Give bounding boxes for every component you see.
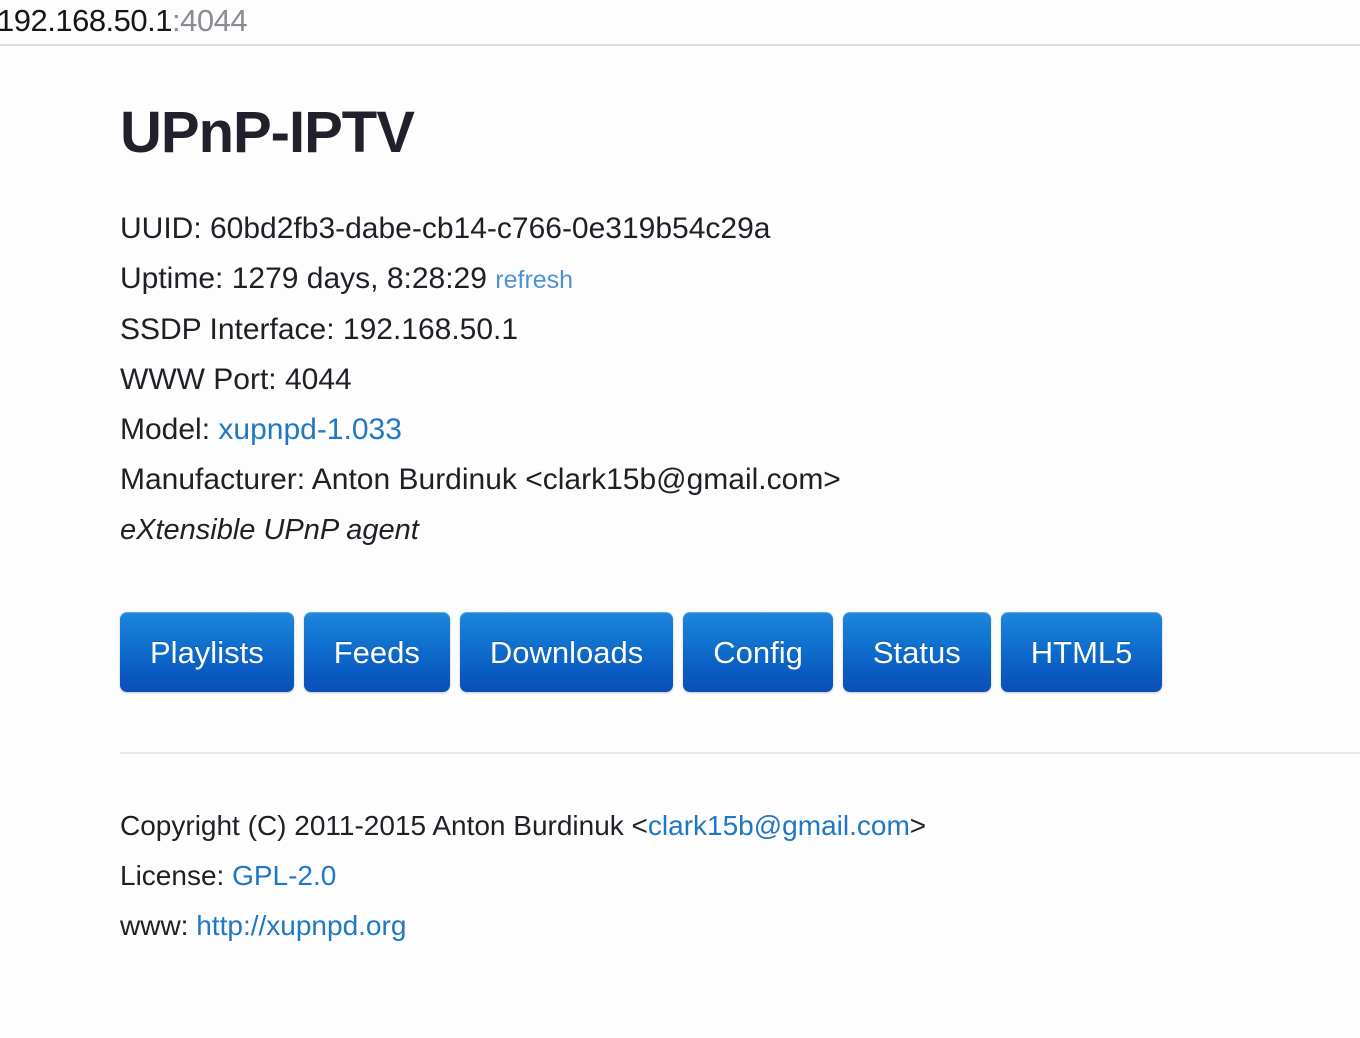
info-row-www-port: WWW Port: 4044 bbox=[120, 355, 1320, 405]
refresh-link[interactable]: refresh bbox=[495, 266, 573, 294]
nav-button-downloads[interactable]: Downloads bbox=[459, 612, 674, 692]
uuid-value: 60bd2fb3-dabe-cb14-c766-0e319b54c29a bbox=[210, 212, 771, 245]
nav-button-row: Playlists Feeds Downloads Config Status … bbox=[120, 612, 1320, 692]
homepage-link[interactable]: http://xupnpd.org bbox=[196, 910, 406, 941]
copyright-email-link[interactable]: clark15b@gmail.com bbox=[648, 810, 910, 841]
info-row-ssdp-interface: SSDP Interface: 192.168.50.1 bbox=[120, 305, 1320, 355]
content-container: UPnP-IPTV UUID: 60bd2fb3-dabe-cb14-c766-… bbox=[0, 46, 1360, 951]
ssdp-label: SSDP Interface: bbox=[120, 313, 343, 346]
license-label: License: bbox=[120, 860, 233, 891]
uptime-value: 1279 days, 8:28:29 bbox=[231, 262, 487, 295]
address-port: :4044 bbox=[172, 2, 248, 38]
license-link[interactable]: GPL-2.0 bbox=[232, 860, 336, 891]
browser-address-bar[interactable]: 192.168.50.1:4044 bbox=[0, 0, 1360, 46]
page-title: UPnP-IPTV bbox=[120, 100, 415, 165]
ssdp-value: 192.168.50.1 bbox=[342, 313, 519, 346]
info-row-model: Model: xupnpd-1.033 bbox=[120, 405, 1320, 455]
model-label: Model: bbox=[120, 413, 219, 446]
address-host: 192.168.50.1 bbox=[0, 2, 173, 38]
www-port-value: 4044 bbox=[284, 363, 352, 396]
model-link[interactable]: xupnpd-1.033 bbox=[218, 413, 402, 446]
nav-button-config[interactable]: Config bbox=[683, 612, 833, 692]
info-row-manufacturer: Manufacturer: Anton Burdinuk <clark15b@g… bbox=[120, 455, 1320, 505]
uuid-label: UUID: bbox=[120, 212, 210, 245]
page-body: UPnP-IPTV UUID: 60bd2fb3-dabe-cb14-c766-… bbox=[0, 46, 1360, 951]
manufacturer-label: Manufacturer: bbox=[120, 463, 312, 496]
footer-copyright: Copyright (C) 2011-2015 Anton Burdinuk <… bbox=[120, 801, 1320, 851]
copyright-suffix: > bbox=[909, 810, 927, 841]
info-row-uptime: Uptime: 1279 days, 8:28:29 refresh bbox=[120, 254, 1320, 305]
www-label: www: bbox=[120, 910, 197, 941]
nav-button-status[interactable]: Status bbox=[842, 612, 991, 692]
nav-button-playlists[interactable]: Playlists bbox=[120, 612, 294, 692]
uptime-label: Uptime: bbox=[120, 262, 232, 295]
address-bar-url[interactable]: 192.168.50.1:4044 bbox=[0, 2, 248, 38]
footer-license: License: GPL-2.0 bbox=[120, 851, 1320, 901]
info-row-uuid: UUID: 60bd2fb3-dabe-cb14-c766-0e319b54c2… bbox=[120, 204, 1320, 254]
page-footer: Copyright (C) 2011-2015 Anton Burdinuk <… bbox=[120, 754, 1320, 951]
manufacturer-value: Anton Burdinuk <clark15b@gmail.com> bbox=[311, 463, 841, 496]
device-info-list: UUID: 60bd2fb3-dabe-cb14-c766-0e319b54c2… bbox=[120, 204, 1320, 555]
copyright-prefix: Copyright (C) 2011-2015 Anton Burdinuk < bbox=[120, 810, 648, 841]
nav-button-html5[interactable]: HTML5 bbox=[1000, 612, 1163, 692]
nav-button-feeds[interactable]: Feeds bbox=[303, 612, 450, 692]
device-tagline: eXtensible UPnP agent bbox=[120, 514, 419, 546]
footer-www: www: http://xupnpd.org bbox=[120, 901, 1320, 951]
www-port-label: WWW Port: bbox=[120, 363, 285, 396]
